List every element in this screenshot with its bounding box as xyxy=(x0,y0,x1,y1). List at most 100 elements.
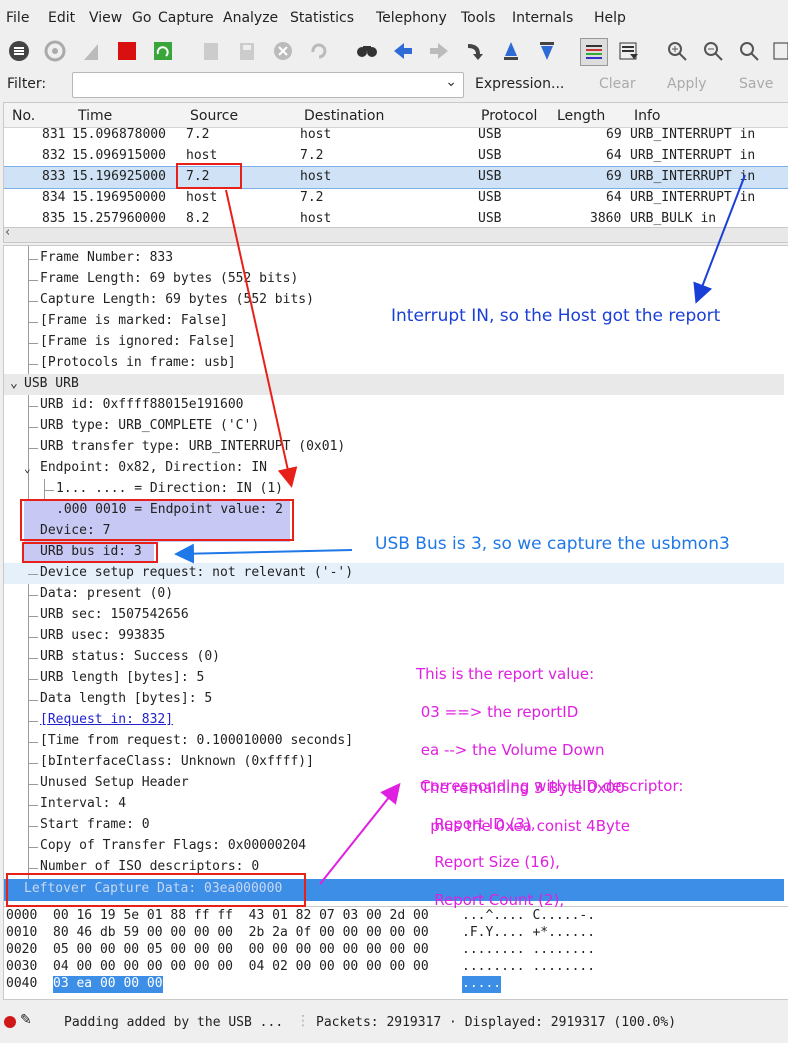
urb-transfer-type[interactable]: URB transfer type: URB_INTERRUPT (0x01) xyxy=(40,439,345,454)
chevron-down-icon[interactable]: ⌄ xyxy=(10,376,18,391)
menu-help[interactable]: Help xyxy=(594,10,626,26)
byte-offset: 0030 xyxy=(6,959,38,974)
save-button[interactable]: Save xyxy=(739,76,773,92)
chevron-down-icon[interactable]: ⌄ xyxy=(445,74,457,90)
menu-tools[interactable]: Tools xyxy=(461,10,496,26)
interval[interactable]: Interval: 4 xyxy=(40,796,126,811)
go-back-icon[interactable] xyxy=(390,38,416,64)
byte-hex[interactable]: 05 00 00 00 05 00 00 00 00 00 00 00 00 0… xyxy=(53,942,429,959)
resize-columns-icon[interactable] xyxy=(770,38,788,64)
horizontal-scrollbar[interactable]: ‹ xyxy=(3,225,788,243)
device-setup-request[interactable]: Device setup request: not relevant ('-') xyxy=(40,565,353,580)
go-first-icon[interactable] xyxy=(498,38,524,64)
request-in-link[interactable]: [Request in: 832] xyxy=(40,712,173,727)
autoscroll-icon[interactable] xyxy=(616,38,642,64)
report-line: This is the report value: xyxy=(416,665,595,683)
clear-button[interactable]: Clear xyxy=(599,76,636,92)
normal-size-icon[interactable] xyxy=(736,38,762,64)
menu-analyze[interactable]: Analyze xyxy=(223,10,278,26)
urb-length[interactable]: URB length [bytes]: 5 xyxy=(40,670,204,685)
start-frame[interactable]: Start frame: 0 xyxy=(40,817,150,832)
expression-button[interactable]: Expression... xyxy=(475,76,564,92)
packet-info: URB_INTERRUPT in xyxy=(630,148,756,163)
byte-hex-selected[interactable]: 03 ea 00 00 00 xyxy=(53,976,163,993)
time-from-request[interactable]: [Time from request: 0.100010000 seconds] xyxy=(40,733,353,748)
packet-info: URB_BULK in xyxy=(630,211,717,226)
usb-urb-section[interactable]: ⌄ USB URB xyxy=(4,374,784,395)
transfer-flags[interactable]: Copy of Transfer Flags: 0x00000204 xyxy=(40,838,306,853)
menu-view[interactable]: View xyxy=(89,10,122,26)
capture-options-icon[interactable] xyxy=(42,38,68,64)
urb-id[interactable]: URB id: 0xffff88015e191600 xyxy=(40,397,244,412)
apply-button[interactable]: Apply xyxy=(667,76,707,92)
restart-capture-icon[interactable] xyxy=(150,38,176,64)
packet-row[interactable]: 834 15.196950000 host 7.2 USB 64 URB_INT… xyxy=(4,188,788,209)
save-file-icon[interactable] xyxy=(234,38,260,64)
zoom-in-icon[interactable] xyxy=(664,38,690,64)
frame-ignored[interactable]: [Frame is ignored: False] xyxy=(40,334,236,349)
column-length[interactable]: Length xyxy=(557,108,605,124)
menu-file[interactable]: File xyxy=(6,10,29,26)
packet-row[interactable]: 831 15.096878000 7.2 host USB 69 URB_INT… xyxy=(4,125,788,146)
capture-length[interactable]: Capture Length: 69 bytes (552 bits) xyxy=(40,292,314,307)
endpoint[interactable]: Endpoint: 0x82, Direction: IN xyxy=(40,460,267,475)
column-no[interactable]: No. xyxy=(12,108,35,124)
go-forward-icon[interactable] xyxy=(426,38,452,64)
byte-hex[interactable]: 00 16 19 5e 01 88 ff ff 43 01 82 07 03 0… xyxy=(53,908,429,925)
protocols-in-frame[interactable]: [Protocols in frame: usb] xyxy=(40,355,236,370)
open-file-icon[interactable] xyxy=(198,38,224,64)
interface-list-icon[interactable] xyxy=(6,38,32,64)
find-packet-icon[interactable] xyxy=(354,38,380,64)
data-length[interactable]: Data length [bytes]: 5 xyxy=(40,691,212,706)
urb-usec[interactable]: URB usec: 993835 xyxy=(40,628,165,643)
close-file-icon[interactable] xyxy=(270,38,296,64)
colorize-icon[interactable] xyxy=(580,38,608,66)
chevron-down-icon[interactable]: ⌄ xyxy=(24,462,31,475)
frame-length[interactable]: Frame Length: 69 bytes (552 bits) xyxy=(40,271,298,286)
urb-status[interactable]: URB status: Success (0) xyxy=(40,649,220,664)
urb-data[interactable]: Data: present (0) xyxy=(40,586,173,601)
byte-ascii[interactable]: ........ ........ xyxy=(462,959,595,976)
urb-type[interactable]: URB type: URB_COMPLETE ('C') xyxy=(40,418,259,433)
column-time[interactable]: Time xyxy=(78,108,112,124)
iso-descriptors[interactable]: Number of ISO descriptors: 0 xyxy=(40,859,259,874)
frame-number[interactable]: Frame Number: 833 xyxy=(40,250,173,265)
zoom-out-icon[interactable] xyxy=(700,38,726,64)
packet-protocol: USB xyxy=(478,148,502,163)
stop-capture-icon[interactable] xyxy=(114,38,140,64)
menu-telephony[interactable]: Telephony xyxy=(376,10,447,26)
frame-marked[interactable]: [Frame is marked: False] xyxy=(40,313,228,328)
byte-hex[interactable]: 04 00 00 00 00 00 00 00 04 02 00 00 00 0… xyxy=(53,959,429,976)
go-to-packet-icon[interactable] xyxy=(462,38,488,64)
column-destination[interactable]: Destination xyxy=(304,108,384,124)
go-last-icon[interactable] xyxy=(534,38,560,64)
packets-count: Packets: 2919317 · Displayed: 2919317 (1… xyxy=(316,1015,677,1030)
menu-internals[interactable]: Internals xyxy=(512,10,573,26)
urb-sec[interactable]: URB sec: 1507542656 xyxy=(40,607,189,622)
unused-setup-header[interactable]: Unused Setup Header xyxy=(40,775,189,790)
chevron-left-icon[interactable]: ‹ xyxy=(5,225,10,240)
column-source[interactable]: Source xyxy=(190,108,238,124)
column-protocol[interactable]: Protocol xyxy=(481,108,543,124)
packet-row-selected[interactable]: 833 15.196925000 7.2 host USB 69 URB_INT… xyxy=(4,166,788,189)
byte-ascii[interactable]: ........ ........ xyxy=(462,942,595,959)
packet-time: 15.257960000 xyxy=(72,211,166,226)
expert-info-icon[interactable] xyxy=(4,1016,16,1028)
byte-hex[interactable]: 80 46 db 59 00 00 00 00 2b 2a 0f 00 00 0… xyxy=(53,925,429,942)
edit-comment-icon[interactable]: ✎ xyxy=(20,1012,32,1028)
menu-go[interactable]: Go xyxy=(132,10,151,26)
start-capture-icon[interactable] xyxy=(78,38,104,64)
packet-row[interactable]: 832 15.096915000 host 7.2 USB 64 URB_INT… xyxy=(4,146,788,167)
binterface-class[interactable]: [bInterfaceClass: Unknown (0xffff)] xyxy=(40,754,314,769)
filter-input[interactable]: ⌄ xyxy=(72,72,464,98)
menu-capture[interactable]: Capture xyxy=(158,10,214,26)
hid-descriptor-annotation: Corresponding with HID descriptor: Repor… xyxy=(420,758,683,929)
reload-icon[interactable] xyxy=(306,38,332,64)
menu-edit[interactable]: Edit xyxy=(48,10,75,26)
byte-ascii-selected[interactable]: ..... xyxy=(462,976,502,993)
endpoint-direction[interactable]: 1... .... = Direction: IN (1) xyxy=(56,481,283,496)
byte-offset: 0020 xyxy=(6,942,38,957)
menu-statistics[interactable]: Statistics xyxy=(290,10,354,26)
column-info[interactable]: Info xyxy=(634,108,661,124)
packet-length: 64 xyxy=(606,148,622,163)
